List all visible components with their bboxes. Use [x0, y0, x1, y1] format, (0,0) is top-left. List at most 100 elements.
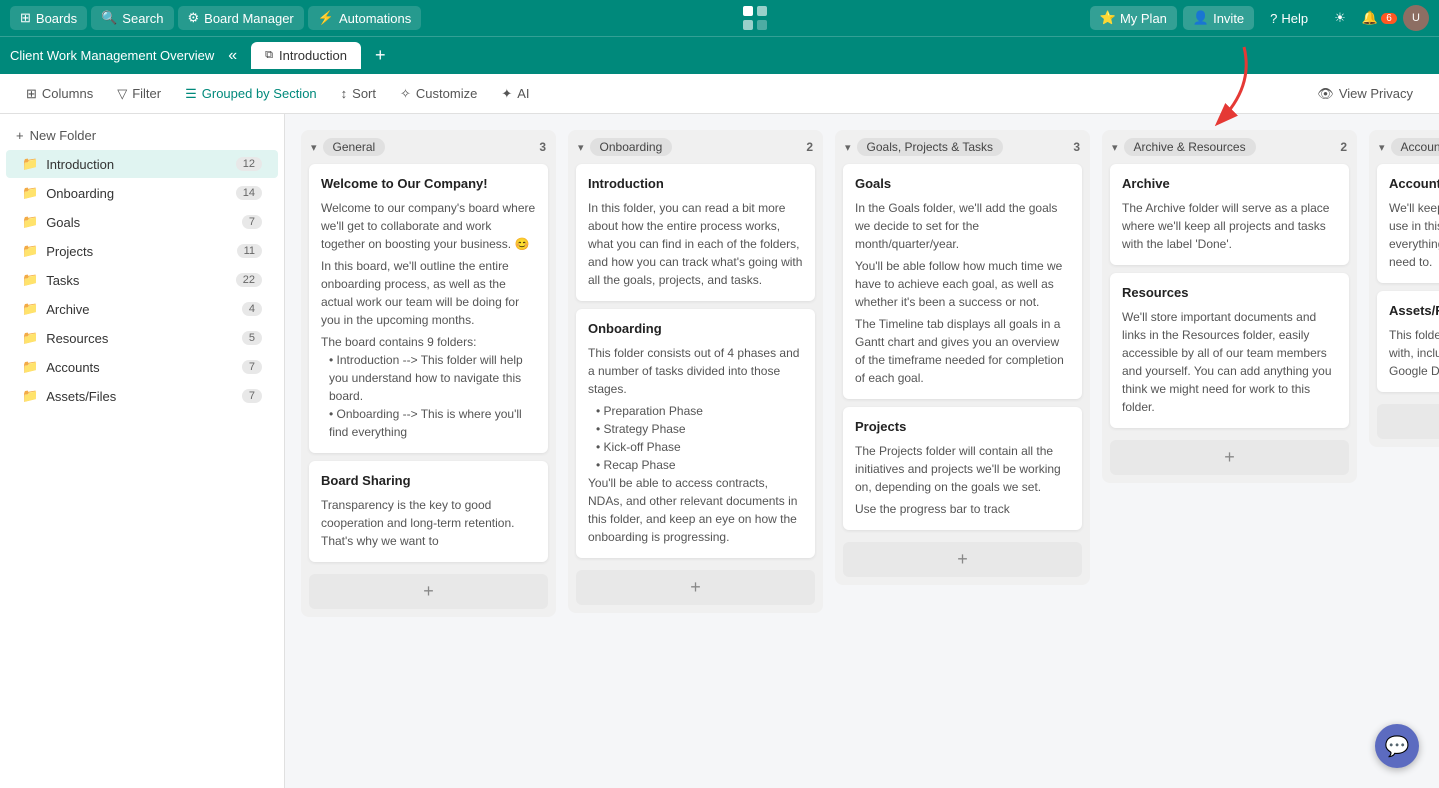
column-cards: Archive The Archive folder will serve as…	[1102, 164, 1357, 436]
settings-button[interactable]: ☀	[1324, 6, 1356, 30]
folder-icon: 📁	[22, 243, 38, 259]
sidebar-item-accounts[interactable]: 📁 Accounts 7	[6, 353, 278, 381]
sidebar-item-left: 📁 Projects	[22, 243, 93, 259]
folder-icon: 📁	[22, 185, 38, 201]
sidebar-item-archive[interactable]: 📁 Archive 4	[6, 295, 278, 323]
sidebar-item-count: 5	[242, 331, 262, 345]
column-onboarding: ▾ Onboarding 2 Introduction In this fold…	[568, 130, 823, 613]
filter-icon: ▽	[117, 86, 127, 102]
card: Onboarding This folder consists out of 4…	[576, 309, 815, 558]
new-folder-label: New Folder	[30, 128, 96, 143]
sidebar-item-label: Resources	[46, 331, 108, 346]
folder-icon: 📁	[22, 214, 38, 230]
sidebar-item-count: 7	[242, 389, 262, 403]
folder-icon: 📁	[22, 359, 38, 375]
columns-button[interactable]: ⊞ Columns	[16, 81, 103, 107]
sidebar-item-left: 📁 Resources	[22, 330, 108, 346]
column-count: 3	[1073, 140, 1080, 154]
chevron-down-icon[interactable]: ▾	[1379, 141, 1385, 154]
sidebar-item-label: Onboarding	[46, 186, 114, 201]
customize-button[interactable]: ✧ Customize	[390, 81, 487, 107]
chevron-down-icon[interactable]: ▾	[311, 141, 317, 154]
card-body: In this folder, you can read a bit more …	[588, 199, 803, 289]
column-count: 2	[806, 140, 813, 154]
collapse-sidebar-button[interactable]: «	[222, 45, 243, 67]
sidebar-item-tasks[interactable]: 📁 Tasks 22	[6, 266, 278, 294]
card-body: The Projects folder will contain all the…	[855, 442, 1070, 518]
sidebar-item-goals[interactable]: 📁 Goals 7	[6, 208, 278, 236]
chevron-down-icon[interactable]: ▾	[578, 141, 584, 154]
invite-button[interactable]: 👤 Invite	[1183, 6, 1254, 30]
nav-center	[425, 2, 1086, 34]
board-manager-button[interactable]: ⚙ Board Manager	[178, 6, 304, 30]
avatar[interactable]: U	[1403, 5, 1429, 31]
notifications-area[interactable]: 🔔 6	[1362, 10, 1397, 26]
grouped-by-section-button[interactable]: ☰ Grouped by Section	[175, 81, 327, 107]
sidebar-item-count: 7	[242, 215, 262, 229]
card: Assets/Files This folder makes manage an…	[1377, 291, 1439, 392]
customize-label: Customize	[416, 86, 477, 101]
sidebar-items: 📁 Introduction 12 📁 Onboarding 14 📁 Goal…	[0, 150, 284, 410]
card-body: The Archive folder will serve as a place…	[1122, 199, 1337, 253]
view-privacy-label: View Privacy	[1339, 86, 1413, 101]
card: Goals In the Goals folder, we'll add the…	[843, 164, 1082, 399]
card-title: Assets/Files	[1389, 303, 1439, 318]
sidebar-item-label: Tasks	[46, 273, 79, 288]
card: Projects The Projects folder will contai…	[843, 407, 1082, 530]
ai-button[interactable]: ✦ AI	[491, 81, 539, 107]
sidebar-item-introduction[interactable]: 📁 Introduction 12	[6, 150, 278, 178]
column-archive: ▾ Archive & Resources 2 Archive The Arch…	[1102, 130, 1357, 483]
column-cards: Goals In the Goals folder, we'll add the…	[835, 164, 1090, 538]
eye-icon: 👁	[1317, 86, 1334, 102]
search-button[interactable]: 🔍 Search	[91, 6, 173, 30]
add-tab-button[interactable]: +	[369, 43, 392, 68]
add-card-button[interactable]: +	[1377, 404, 1439, 439]
my-plan-button[interactable]: ⭐ My Plan	[1090, 6, 1177, 30]
introduction-tab[interactable]: ⧉ Introduction	[251, 42, 361, 69]
sort-button[interactable]: ↕ Sort	[331, 81, 386, 106]
columns-row: ▾ General 3 Welcome to Our Company! Welc…	[301, 130, 1439, 617]
add-card-button[interactable]: +	[1110, 440, 1349, 475]
folder-icon: 📁	[22, 330, 38, 346]
boards-label: Boards	[36, 11, 77, 26]
automations-button[interactable]: ⚡ Automations	[308, 6, 421, 30]
card-title: Welcome to Our Company!	[321, 176, 536, 191]
board-content: ▾ General 3 Welcome to Our Company! Welc…	[285, 114, 1439, 788]
search-label: Search	[122, 11, 163, 26]
sidebar-item-left: 📁 Archive	[22, 301, 90, 317]
sidebar-item-count: 4	[242, 302, 262, 316]
add-card-button[interactable]: +	[576, 570, 815, 605]
card-body: This folder consists out of 4 phases and…	[588, 344, 803, 546]
chevron-down-icon[interactable]: ▾	[845, 141, 851, 154]
sidebar-item-label: Introduction	[46, 157, 114, 172]
column-cards: Welcome to Our Company! Welcome to our c…	[301, 164, 556, 570]
sidebar-item-left: 📁 Accounts	[22, 359, 100, 375]
sidebar-item-resources[interactable]: 📁 Resources 5	[6, 324, 278, 352]
view-privacy-button[interactable]: 👁 View Privacy	[1307, 81, 1423, 107]
logo-svg	[739, 2, 771, 34]
column-general: ▾ General 3 Welcome to Our Company! Welc…	[301, 130, 556, 617]
star-icon: ⭐	[1100, 10, 1116, 26]
chat-button[interactable]: 💬	[1375, 724, 1419, 768]
add-card-button[interactable]: +	[309, 574, 548, 609]
nav-right: ⭐ My Plan 👤 Invite ? Help ☀ 🔔 6 U	[1090, 5, 1429, 31]
plus-icon: +	[16, 128, 24, 143]
boards-button[interactable]: ⊞ Boards	[10, 6, 87, 30]
tab-label: Introduction	[279, 48, 347, 63]
add-card-button[interactable]: +	[843, 542, 1082, 577]
filter-button[interactable]: ▽ Filter	[107, 81, 171, 107]
card-title: Resources	[1122, 285, 1337, 300]
column-tag: Onboarding	[590, 138, 673, 156]
my-plan-label: My Plan	[1120, 11, 1167, 26]
folder-icon: 📁	[22, 388, 38, 404]
sidebar-item-left: 📁 Assets/Files	[22, 388, 116, 404]
sidebar-item-projects[interactable]: 📁 Projects 11	[6, 237, 278, 265]
help-button[interactable]: ? Help	[1260, 7, 1318, 30]
sidebar-item-assets-files[interactable]: 📁 Assets/Files 7	[6, 382, 278, 410]
column-tag: Accounts & As...	[1391, 138, 1439, 156]
sidebar-item-onboarding[interactable]: 📁 Onboarding 14	[6, 179, 278, 207]
sidebar-item-count: 14	[236, 186, 262, 200]
new-folder-button[interactable]: + New Folder	[0, 122, 284, 149]
sidebar-item-label: Accounts	[46, 360, 99, 375]
chevron-down-icon[interactable]: ▾	[1112, 141, 1118, 154]
